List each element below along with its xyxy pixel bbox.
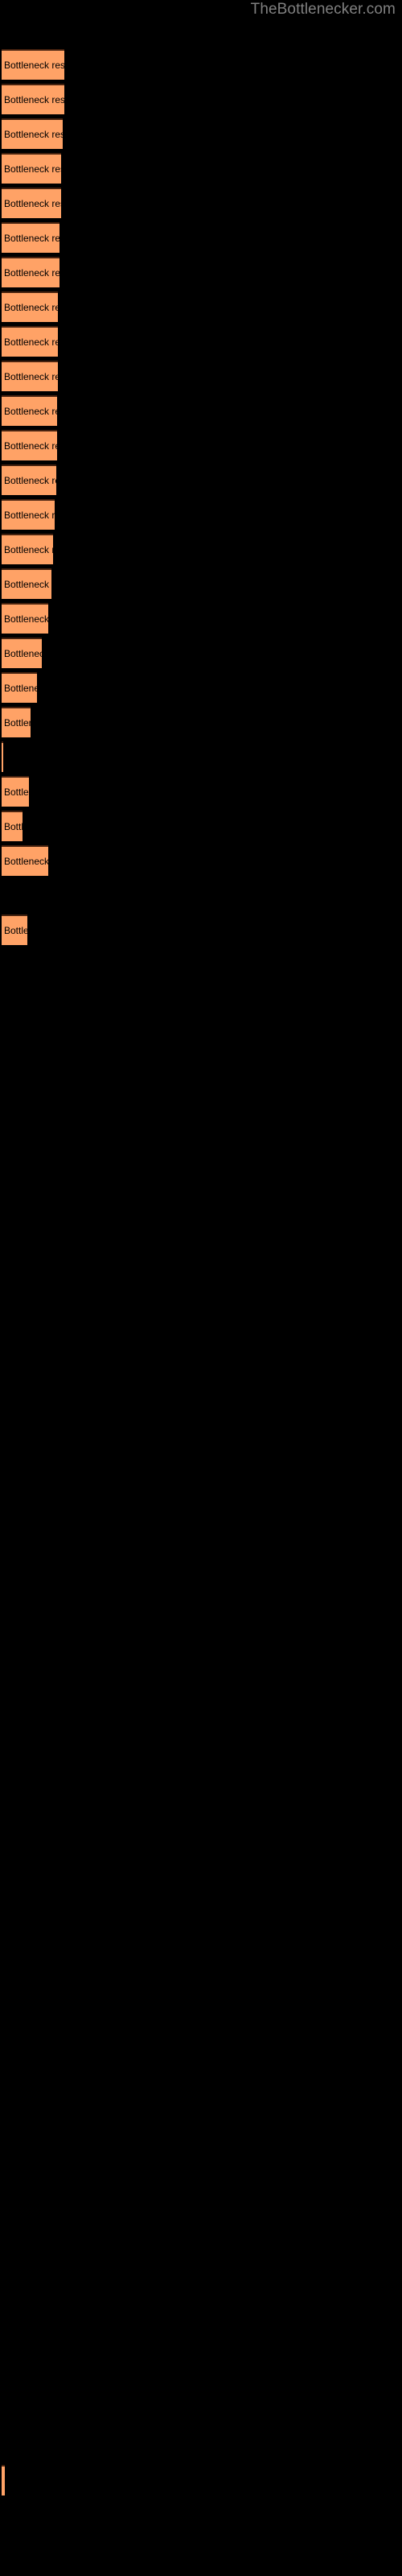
chart-bar-label: Bottleneck result xyxy=(4,60,64,71)
chart-bar[interactable]: Bottleneck result xyxy=(2,2465,5,2496)
chart-bar-label: Bottleneck result xyxy=(4,683,37,694)
chart-bar[interactable]: Bottleneck result xyxy=(2,845,48,876)
chart-bar-label: Bottleneck result xyxy=(4,544,53,555)
chart-bar[interactable]: Bottleneck result xyxy=(2,84,64,114)
chart-bar[interactable]: Bottleneck result xyxy=(2,49,64,80)
chart-bar-label: Bottleneck result xyxy=(4,302,58,313)
chart-bar[interactable]: Bottleneck result xyxy=(2,464,56,495)
chart-bar-label: Bottleneck result xyxy=(4,163,61,175)
chart-bar[interactable]: Bottleneck result xyxy=(2,430,57,460)
chart-bar-label: Bottleneck result xyxy=(4,786,29,798)
chart-bar-label: Bottleneck result xyxy=(4,371,58,382)
chart-bar-label: Bottleneck result xyxy=(4,510,55,521)
chart-bar[interactable]: Bottleneck result xyxy=(2,257,59,287)
chart-bar[interactable]: Bottleneck result xyxy=(2,741,3,772)
chart-bar-label: Bottleneck result xyxy=(4,129,63,140)
chart-bar-label: Bottleneck result xyxy=(4,648,42,659)
chart-bar[interactable]: Bottleneck result xyxy=(2,188,61,218)
chart-bar-label: Bottleneck result xyxy=(4,579,51,590)
chart-bar[interactable]: Bottleneck result xyxy=(2,603,48,634)
chart-bar[interactable]: Bottleneck result xyxy=(2,326,58,357)
chart-bar[interactable]: Bottleneck result xyxy=(2,914,27,945)
chart-bar[interactable]: Bottleneck result xyxy=(2,568,51,599)
chart-bar-label: Bottleneck result xyxy=(4,925,27,936)
chart-bar-label: Bottleneck result xyxy=(4,2475,5,2487)
chart-bar-label: Bottleneck result xyxy=(4,406,57,417)
chart-bar[interactable]: Bottleneck result xyxy=(2,153,61,184)
chart-bar[interactable]: Bottleneck result xyxy=(2,222,59,253)
chart-bar[interactable]: Bottleneck result xyxy=(2,638,42,668)
chart-bar-label: Bottleneck result xyxy=(4,475,56,486)
chart-bar[interactable]: Bottleneck result xyxy=(2,811,23,841)
chart-bar-label: Bottleneck result xyxy=(4,717,31,729)
chart-bar[interactable]: Bottleneck result xyxy=(2,707,31,737)
chart-bar[interactable]: Bottleneck result xyxy=(2,361,58,391)
chart-bar[interactable]: Bottleneck result xyxy=(2,534,53,564)
chart-bar[interactable]: Bottleneck result xyxy=(2,395,57,426)
chart-bar-label: Bottleneck result xyxy=(4,233,59,244)
chart-bar[interactable]: Bottleneck result xyxy=(2,118,63,149)
chart-bar-label: Bottleneck result xyxy=(4,336,58,348)
chart-bar[interactable]: Bottleneck result xyxy=(2,291,58,322)
bottleneck-bar-chart: Bottleneck result Bottleneck result Bottle… xyxy=(0,0,402,2576)
chart-bar-label: Bottleneck result xyxy=(4,198,61,209)
chart-bar-label: Bottleneck result xyxy=(4,94,64,105)
chart-bar-label: Bottleneck result xyxy=(4,821,23,832)
chart-bar-label: Bottleneck result xyxy=(4,856,48,867)
chart-bar[interactable]: Bottleneck result xyxy=(2,776,29,807)
chart-bar[interactable]: Bottleneck result xyxy=(2,499,55,530)
chart-bar-label: Bottleneck result xyxy=(4,440,57,452)
chart-bar-label: Bottleneck result xyxy=(4,613,48,625)
chart-bar[interactable]: Bottleneck result xyxy=(2,672,37,703)
chart-bar-label: Bottleneck result xyxy=(4,267,59,279)
